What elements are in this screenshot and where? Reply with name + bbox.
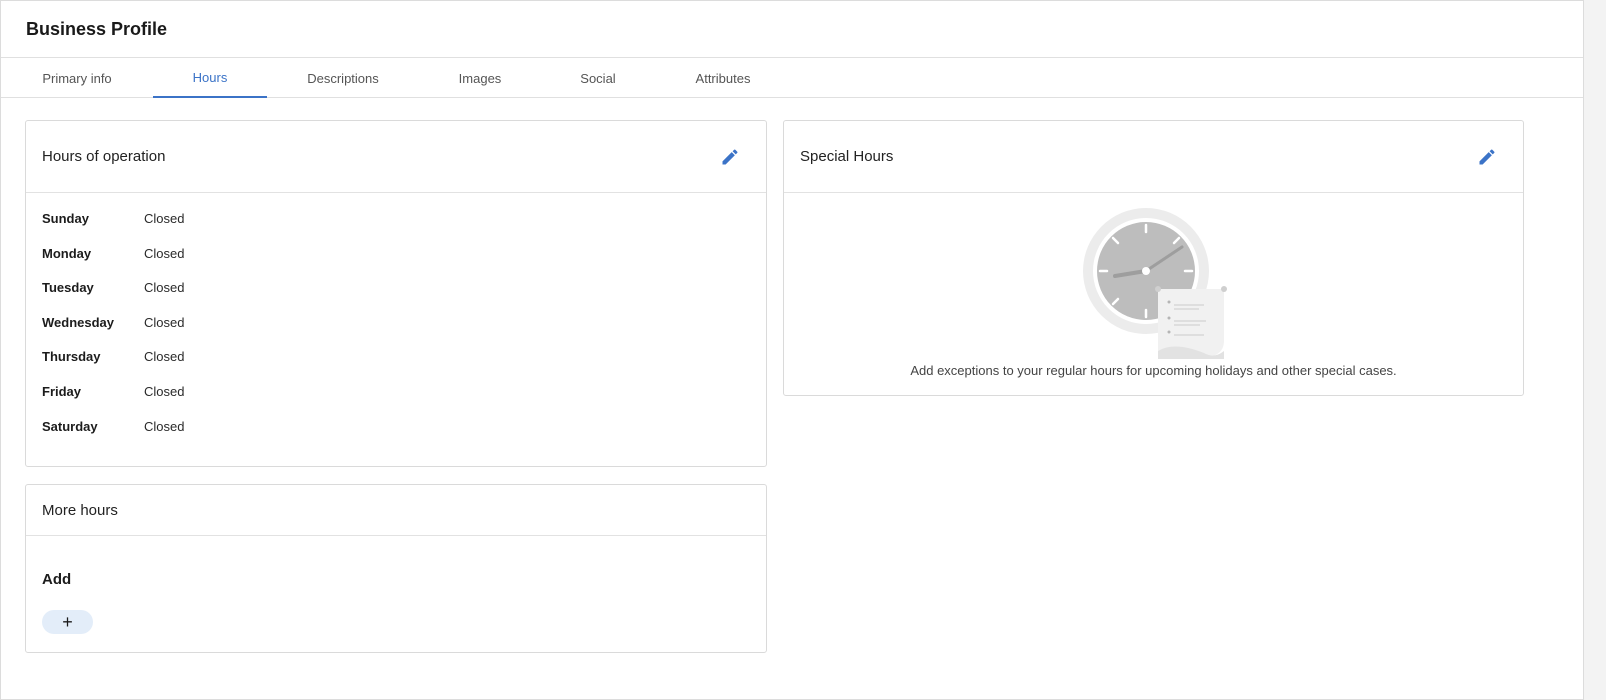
day-hours-value: Closed xyxy=(144,419,185,434)
special-hours-card: Special Hours Add exceptions to your reg… xyxy=(783,120,1524,396)
hours-row: Thursday Closed xyxy=(42,349,184,364)
hours-of-operation-header: Hours of operation xyxy=(26,121,766,193)
day-label: Thursday xyxy=(42,349,101,364)
add-label: Add xyxy=(42,571,72,588)
business-profile-panel: Business Profile Primary info Hours Desc… xyxy=(0,0,1584,700)
day-hours-value: Closed xyxy=(144,349,185,364)
day-hours-value: Closed xyxy=(144,211,185,226)
special-hours-empty-message: Add exceptions to your regular hours for… xyxy=(910,363,1397,378)
hours-row: Saturday Closed xyxy=(42,419,184,434)
tab-primary-info[interactable]: Primary info xyxy=(1,58,153,98)
special-hours-header: Special Hours xyxy=(784,121,1523,193)
edit-special-hours-button[interactable] xyxy=(1473,143,1501,171)
day-label: Wednesday xyxy=(42,315,115,330)
special-hours-title: Special Hours xyxy=(800,148,894,165)
tab-attributes[interactable]: Attributes xyxy=(655,58,791,98)
hours-row: Tuesday Closed xyxy=(42,280,184,295)
day-hours-value: Closed xyxy=(144,246,185,261)
hours-row: Friday Closed xyxy=(42,384,184,399)
add-more-hours-button[interactable]: + xyxy=(42,610,93,634)
tab-descriptions[interactable]: Descriptions xyxy=(267,58,419,98)
hours-row: Monday Closed xyxy=(42,246,184,261)
day-label: Tuesday xyxy=(42,280,94,295)
day-label: Sunday xyxy=(42,211,89,226)
hours-of-operation-title: Hours of operation xyxy=(42,148,166,165)
page-header: Business Profile xyxy=(1,1,1583,58)
clock-calendar-icon xyxy=(1083,208,1227,359)
day-hours-value: Closed xyxy=(144,315,185,330)
day-hours-value: Closed xyxy=(144,280,185,295)
day-hours-value: Closed xyxy=(144,384,185,399)
day-label: Saturday xyxy=(42,419,98,434)
hours-row: Sunday Closed xyxy=(42,211,184,226)
pencil-icon xyxy=(722,148,738,164)
more-hours-header: More hours xyxy=(26,485,766,536)
page-title: Business Profile xyxy=(26,18,168,39)
tab-bar: Primary info Hours Descriptions Images S… xyxy=(1,58,1583,98)
hours-row: Wednesday Closed xyxy=(42,315,184,330)
day-label: Monday xyxy=(42,246,92,261)
tab-social[interactable]: Social xyxy=(541,58,655,98)
pencil-icon xyxy=(1479,148,1495,164)
tab-hours[interactable]: Hours xyxy=(153,58,267,98)
more-hours-card: More hours Add + xyxy=(25,484,767,653)
tab-images[interactable]: Images xyxy=(419,58,541,98)
hours-of-operation-card: Hours of operation Sunday Closed Monday … xyxy=(25,120,767,467)
day-label: Friday xyxy=(42,384,82,399)
more-hours-title: More hours xyxy=(42,501,118,519)
edit-hours-button[interactable] xyxy=(716,143,744,171)
